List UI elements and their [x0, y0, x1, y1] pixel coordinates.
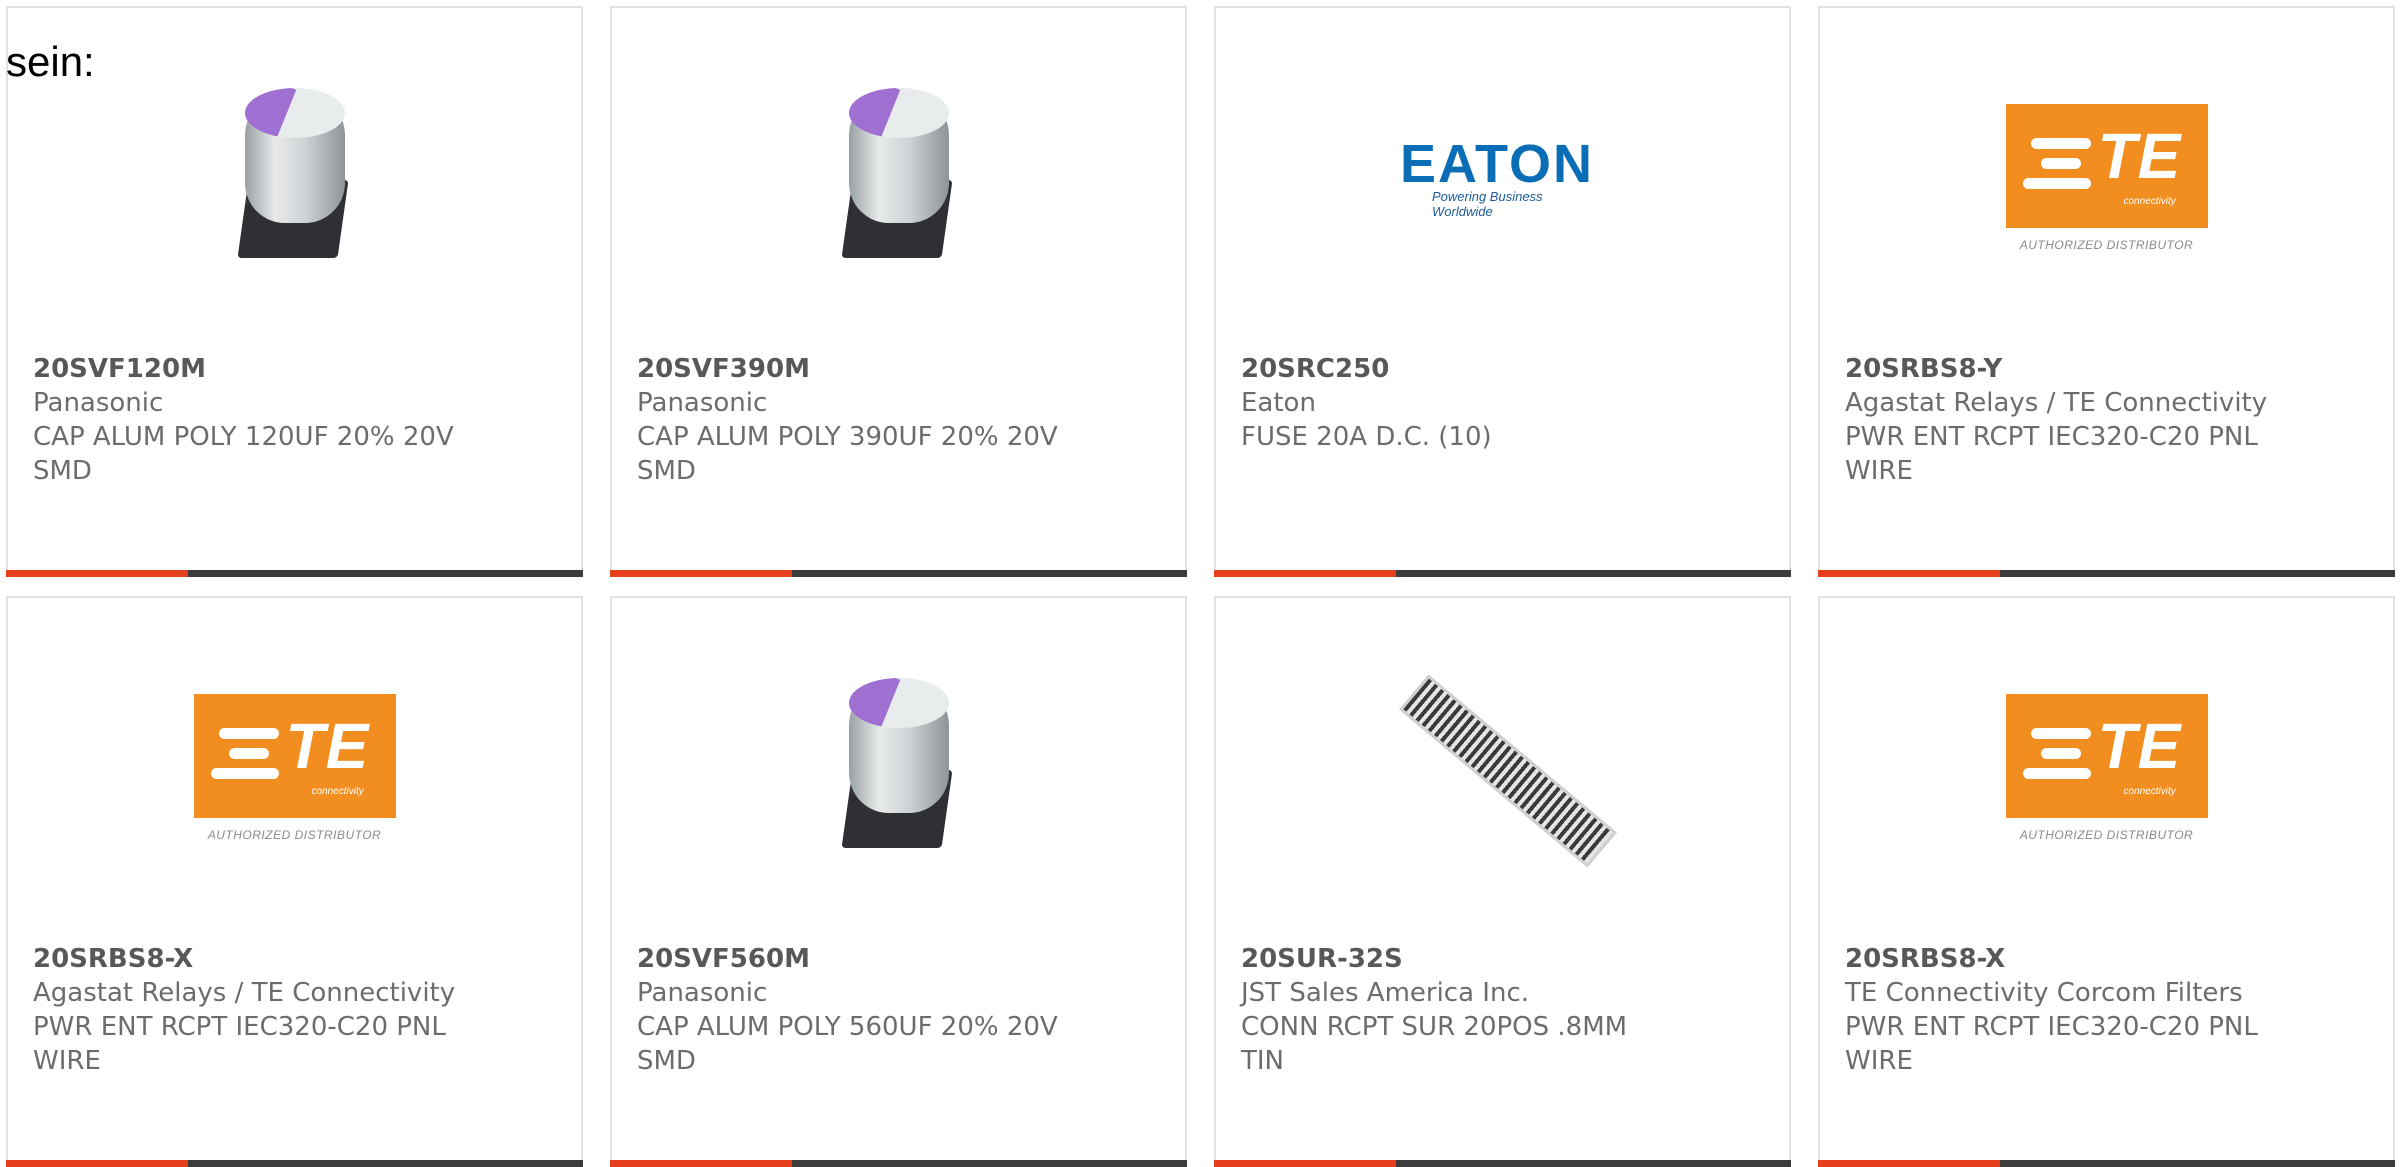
te-logo: TE connectivity AUTHORIZED DISTRIBUTOR	[1820, 53, 2393, 303]
card-bottom-bar	[1818, 1160, 2395, 1167]
product-image-capacitor	[612, 53, 1185, 303]
eaton-logo-word: EATON	[1400, 134, 1595, 194]
te-logo-sub: connectivity	[2123, 196, 2176, 207]
product-card[interactable]: 20SVF390M Panasonic CAP ALUM POLY 390UF …	[610, 6, 1187, 577]
card-bottom-bar	[1818, 570, 2395, 577]
card-bottom-bar	[6, 570, 583, 577]
description: CAP ALUM POLY 560UF 20% 20V SMD	[637, 1012, 1058, 1076]
manufacturer: Panasonic	[637, 978, 768, 1008]
card-bottom-bar	[6, 1160, 583, 1167]
intro-text: sein:	[6, 38, 95, 85]
te-logo-sub: connectivity	[2123, 786, 2176, 797]
description: CAP ALUM POLY 390UF 20% 20V SMD	[637, 422, 1058, 486]
card-bottom-bar	[610, 1160, 1187, 1167]
product-image-connector	[1216, 643, 1789, 893]
description: CAP ALUM POLY 120UF 20% 20V SMD	[33, 422, 454, 486]
manufacturer: TE Connectivity Corcom Filters	[1845, 978, 2243, 1008]
description: PWR ENT RCPT IEC320-C20 PNL WIRE	[1845, 1012, 2258, 1076]
part-number: 20SRBS8-X	[33, 944, 194, 974]
manufacturer: Agastat Relays / TE Connectivity	[1845, 388, 2268, 418]
part-number: 20SRBS8-X	[1845, 944, 2006, 974]
product-image-capacitor	[8, 53, 581, 303]
manufacturer: Panasonic	[33, 388, 164, 418]
product-image-capacitor	[612, 643, 1185, 893]
product-card[interactable]: TE connectivity AUTHORIZED DISTRIBUTOR 2…	[6, 596, 583, 1167]
part-number: 20SVF560M	[637, 944, 810, 974]
te-logo-caption: AUTHORIZED DISTRIBUTOR	[2019, 238, 2194, 252]
card-bottom-bar	[1214, 570, 1791, 577]
product-card[interactable]: TE connectivity AUTHORIZED DISTRIBUTOR 2…	[1818, 6, 2395, 577]
part-number: 20SRBS8-Y	[1845, 354, 2003, 384]
part-number: 20SRC250	[1241, 354, 1390, 384]
te-logo-word: TE	[285, 710, 370, 782]
card-bottom-bar	[1214, 1160, 1791, 1167]
te-logo-word: TE	[2097, 120, 2182, 192]
description: PWR ENT RCPT IEC320-C20 PNL WIRE	[1845, 422, 2258, 486]
manufacturer: JST Sales America Inc.	[1241, 978, 1530, 1008]
part-number: 20SVF120M	[33, 354, 206, 384]
part-number: 20SUR-32S	[1241, 944, 1403, 974]
eaton-logo: EATON Powering Business Worldwide	[1216, 53, 1789, 303]
part-number: 20SVF390M	[637, 354, 810, 384]
product-card[interactable]: 20SVF560M Panasonic CAP ALUM POLY 560UF …	[610, 596, 1187, 1167]
card-bottom-bar	[610, 570, 1187, 577]
te-logo-sub: connectivity	[311, 786, 364, 797]
description: PWR ENT RCPT IEC320-C20 PNL WIRE	[33, 1012, 446, 1076]
manufacturer: Eaton	[1241, 388, 1316, 418]
te-logo-caption: AUTHORIZED DISTRIBUTOR	[207, 828, 382, 842]
manufacturer: Panasonic	[637, 388, 768, 418]
description: FUSE 20A D.C. (10)	[1241, 422, 1492, 452]
te-logo-word: TE	[2097, 710, 2182, 782]
te-logo: TE connectivity AUTHORIZED DISTRIBUTOR	[1820, 643, 2393, 893]
product-card[interactable]: EATON Powering Business Worldwide 20SRC2…	[1214, 6, 1791, 577]
product-card[interactable]: 20SVF120M Panasonic CAP ALUM POLY 120UF …	[6, 6, 583, 577]
manufacturer: Agastat Relays / TE Connectivity	[33, 978, 456, 1008]
te-logo-caption: AUTHORIZED DISTRIBUTOR	[2019, 828, 2194, 842]
product-card[interactable]: TE connectivity AUTHORIZED DISTRIBUTOR 2…	[1818, 596, 2395, 1167]
product-card[interactable]: 20SUR-32S JST Sales America Inc. CONN RC…	[1214, 596, 1791, 1167]
description: CONN RCPT SUR 20POS .8MM TIN	[1241, 1012, 1628, 1076]
te-logo: TE connectivity AUTHORIZED DISTRIBUTOR	[8, 643, 581, 893]
